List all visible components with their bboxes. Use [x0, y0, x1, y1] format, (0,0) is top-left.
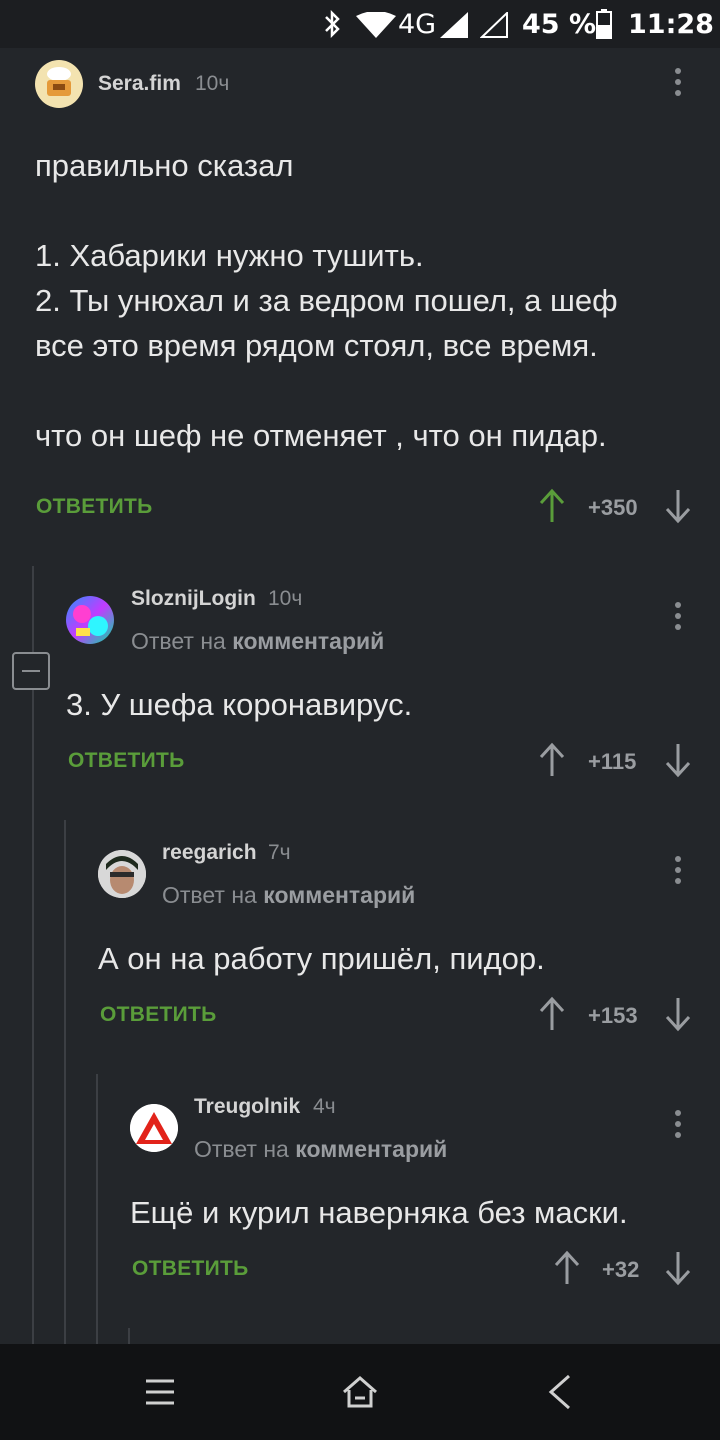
navigation-bar — [0, 1344, 720, 1440]
thread-line-level4[interactable] — [128, 1328, 130, 1344]
reply-prefix: Ответ на — [194, 1136, 289, 1162]
menu-dots-icon[interactable] — [673, 1110, 683, 1144]
avatar[interactable] — [130, 1104, 178, 1152]
username[interactable]: Treugolnik — [194, 1095, 300, 1119]
home-icon[interactable] — [336, 1368, 384, 1416]
comment-time: 4ч — [313, 1095, 336, 1118]
reply-button[interactable]: ОТВЕТИТЬ — [132, 1257, 249, 1281]
reply-target-link[interactable]: комментарий — [295, 1136, 447, 1162]
reply-to: Ответ на комментарий — [194, 1136, 447, 1163]
comment-text: Ещё и курил наверняка без маски. — [130, 1195, 628, 1230]
comment: Treugolnik 4ч Ответ на комментарий Ещё и… — [0, 0, 720, 1320]
hamburger-icon[interactable] — [136, 1368, 184, 1416]
arrow-up-icon[interactable] — [553, 1250, 581, 1286]
rating: +32 — [602, 1257, 640, 1282]
avatar-image — [130, 1104, 178, 1152]
arrow-down-icon[interactable] — [664, 1250, 692, 1286]
back-icon[interactable] — [536, 1368, 584, 1416]
